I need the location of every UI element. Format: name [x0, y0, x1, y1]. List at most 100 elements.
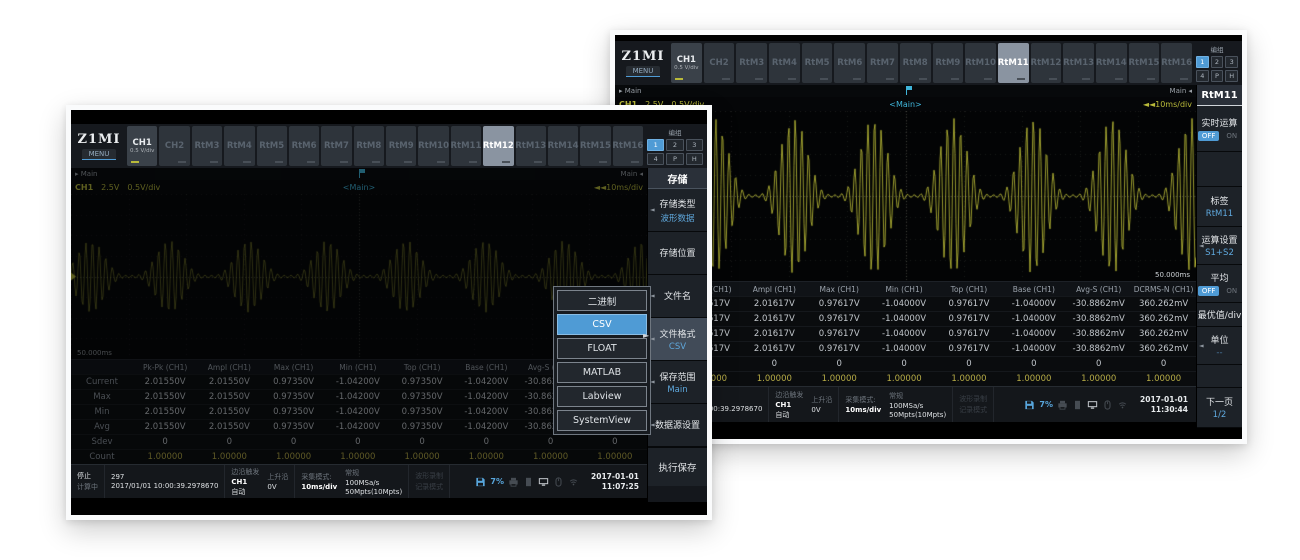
clock-group: 2017-01-01 11:07:25 — [585, 465, 647, 498]
measure-cell: 0.97617V — [937, 314, 1002, 324]
menu-item[interactable]: 存储位置 — [648, 232, 707, 275]
timebase-readout: ◄◄10ms/div — [1143, 100, 1192, 109]
measure-cell: 0 — [1001, 359, 1066, 369]
channel-tab[interactable]: CH2 — [704, 43, 735, 83]
group-button[interactable]: 2 — [1211, 56, 1224, 68]
channel-tab[interactable]: RtM4 — [224, 126, 254, 166]
channel-tab[interactable]: RtM15 — [580, 126, 610, 166]
channel-tab[interactable]: RtM6 — [289, 126, 319, 166]
menu-item-operation[interactable]: ◄ 运算设置 S1+S2 — [1197, 227, 1242, 265]
measure-column-header: Ampl (CH1) — [742, 285, 807, 294]
group-button[interactable]: P — [666, 153, 683, 165]
menu-item-realtime[interactable]: 实时运算 OFF ON — [1197, 106, 1242, 152]
measure-cell: -30.8862mV — [1066, 299, 1131, 309]
channel-tab[interactable]: RtM12 — [483, 126, 513, 166]
measure-cell: 360.262mV — [1131, 299, 1196, 309]
channel-tab[interactable]: RtM7 — [867, 43, 898, 83]
channel-tab[interactable]: RtM3 — [736, 43, 767, 83]
channel-tab[interactable]: RtM4 — [769, 43, 800, 83]
scope-content: Z1MI MENU CH1 0.5 V/div CH2 RtM3 — [71, 110, 707, 515]
channel-tab[interactable]: RtM13 — [516, 126, 546, 166]
menu-item[interactable]: ◄ 文件格式 CSV — [648, 318, 707, 361]
group-panel-title: 编组 — [1196, 44, 1238, 54]
file-format-option[interactable]: SystemView — [557, 410, 647, 431]
group-button[interactable]: H — [1225, 70, 1238, 82]
group-button[interactable]: 2 — [666, 139, 683, 151]
channel-tab[interactable]: CH1 0.5 V/div — [671, 43, 702, 83]
channel-tab[interactable]: RtM11 — [451, 126, 481, 166]
channel-scale-label: 0.5 V/div — [130, 148, 154, 154]
channel-tab[interactable]: RtM7 — [321, 126, 351, 166]
channel-indicator — [820, 78, 828, 80]
menu-item-unit[interactable]: ◄ 单位 -- — [1197, 327, 1242, 365]
channel-tab[interactable]: RtM5 — [257, 126, 287, 166]
channel-tab[interactable]: RtM8 — [900, 43, 931, 83]
channel-tab[interactable]: RtM10 — [418, 126, 448, 166]
channel-tab[interactable]: RtM9 — [933, 43, 964, 83]
toggle-off[interactable]: OFF — [1198, 286, 1220, 296]
file-format-option[interactable]: 二进制 — [557, 290, 647, 311]
channel-tab[interactable]: CH2 — [159, 126, 189, 166]
measure-cell: 0.97617V — [807, 299, 872, 309]
channel-indicator — [631, 161, 639, 163]
file-format-option[interactable]: CSV — [557, 314, 647, 335]
menu-item[interactable]: ◄ 文件名 — [648, 275, 707, 318]
channel-tab[interactable]: RtM3 — [192, 126, 222, 166]
group-button[interactable]: H — [686, 153, 703, 165]
measure-cell: -1.04200V — [326, 422, 390, 432]
printer-icon — [508, 477, 519, 487]
menu-button[interactable]: MENU — [82, 149, 117, 160]
group-button[interactable]: 3 — [686, 139, 703, 151]
menu-item[interactable]: ◄ 数据源设置 — [648, 404, 707, 447]
acquire-mode-label: 采集模式: — [845, 395, 881, 405]
channel-tab-label: RtM3 — [739, 58, 764, 68]
group-buttons: 123 4PH — [647, 139, 703, 165]
math-menu: RtM11 实时运算 OFF ON 标签 RtM11 ◄ — [1196, 85, 1242, 439]
channel-tab[interactable]: RtM9 — [386, 126, 416, 166]
channel-tab[interactable]: RtM15 — [1129, 43, 1160, 83]
group-button[interactable]: 4 — [1196, 70, 1209, 82]
group-panel: 编组 1234PH — [645, 126, 705, 166]
channel-tab[interactable]: RtM14 — [548, 126, 578, 166]
menu-item[interactable]: ◄ 存储类型 波形数据 — [648, 189, 707, 232]
measure-cell: 0.97617V — [807, 314, 872, 324]
group-button[interactable]: 4 — [647, 153, 664, 165]
file-format-option[interactable]: Labview — [557, 386, 647, 407]
channel-tab-label: RtM10 — [418, 141, 449, 151]
group-button[interactable]: 1 — [1196, 56, 1209, 68]
menu-item-optimal[interactable]: 最优值/div — [1197, 303, 1242, 327]
toggle-on[interactable]: ON — [1222, 131, 1241, 141]
menu-button[interactable]: MENU — [626, 66, 661, 77]
file-format-option[interactable]: FLOAT — [557, 338, 647, 359]
channel-tab[interactable]: RtM5 — [802, 43, 833, 83]
channel-tab[interactable]: RtM12 — [1031, 43, 1062, 83]
menu-item-average[interactable]: 平均 OFF ON — [1197, 265, 1242, 303]
group-button[interactable]: P — [1211, 70, 1224, 82]
execute-save-button[interactable]: 执行保存 — [648, 447, 707, 486]
toggle-on[interactable]: ON — [1222, 286, 1241, 296]
channel-tab[interactable]: RtM16 — [1161, 43, 1192, 83]
channel-tab[interactable]: RtM11 — [998, 43, 1029, 83]
measure-cell: -1.04200V — [326, 392, 390, 402]
system-time: 11:07:25 — [602, 482, 639, 491]
channel-tab[interactable]: RtM14 — [1096, 43, 1127, 83]
measure-cell: 0 — [197, 437, 261, 447]
channel-tab[interactable]: RtM13 — [1063, 43, 1094, 83]
channel-tab[interactable]: CH1 0.5 V/div — [127, 126, 157, 166]
next-page-button[interactable]: 下一页 1/2 — [1197, 388, 1242, 428]
toggle-off[interactable]: OFF — [1198, 131, 1220, 141]
channel-tab[interactable]: RtM8 — [354, 126, 384, 166]
group-button[interactable]: 1 — [647, 139, 664, 151]
channel-tab[interactable]: RtM16 — [613, 126, 643, 166]
file-format-option[interactable]: MATLAB — [557, 362, 647, 383]
channel-tab-label: RtM3 — [194, 141, 219, 151]
system-date: 2017-01-01 — [591, 472, 639, 481]
channel-tab[interactable]: RtM6 — [834, 43, 865, 83]
channel-toolbar: Z1MI MENU CH1 0.5 V/div CH2 RtM3 — [615, 41, 1242, 85]
measure-column-header: Avg-S (CH1) — [1066, 285, 1131, 294]
group-button[interactable]: 3 — [1225, 56, 1238, 68]
menu-item-tag[interactable]: 标签 RtM11 — [1197, 187, 1242, 227]
menu-item[interactable]: ◄ 保存范围 Main — [648, 361, 707, 404]
channel-tab[interactable]: RtM10 — [965, 43, 996, 83]
measure-cell: 2.01617V — [742, 299, 807, 309]
